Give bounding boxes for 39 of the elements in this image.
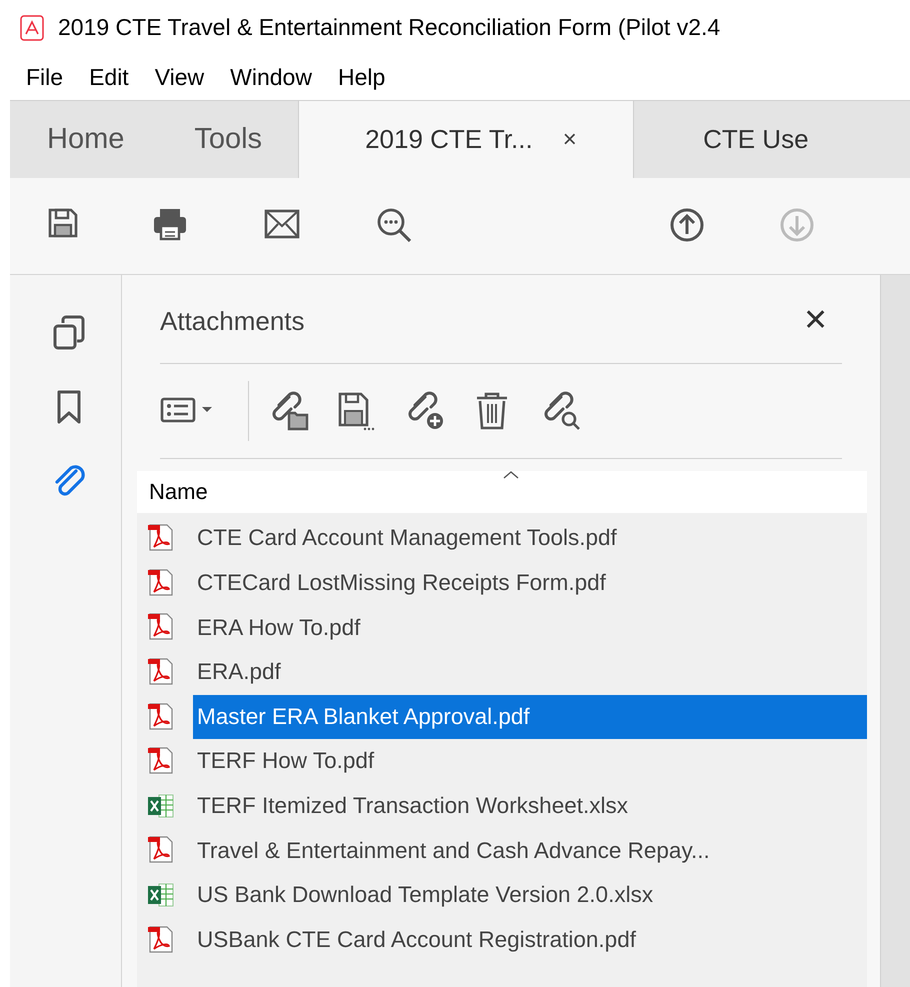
pdf-file-icon xyxy=(147,657,175,688)
menu-item[interactable]: Window xyxy=(230,60,312,95)
pdf-file-icon xyxy=(147,835,175,866)
tab[interactable]: CTE Use xyxy=(633,101,809,178)
sort-caret-icon xyxy=(501,470,521,480)
pages-icon[interactable] xyxy=(52,315,88,351)
file-list-item[interactable]: CTE Card Account Management Tools.pdf xyxy=(193,516,867,560)
pdf-file-icon xyxy=(147,523,175,554)
menu-item[interactable]: Help xyxy=(338,60,386,95)
pdf-app-icon xyxy=(20,14,44,40)
file-list-item[interactable]: TERF How To.pdf xyxy=(193,739,867,784)
file-list-item[interactable]: ERA.pdf xyxy=(193,650,867,694)
close-button[interactable]: ✕ xyxy=(803,306,828,336)
pdf-file-icon xyxy=(147,746,175,776)
file-list-item[interactable]: TERF Itemized Transaction Worksheet.xlsx xyxy=(193,784,867,828)
file-list-item[interactable]: US Bank Download Template Version 2.0.xlsx xyxy=(193,873,867,918)
pdf-file-icon xyxy=(147,702,175,732)
menu-item[interactable]: View xyxy=(154,60,204,95)
window-title: 2019 CTE Travel & Entertainment Reconciliation Form (Pilot v2.4 xyxy=(58,13,720,42)
panel-title: Attachments xyxy=(160,304,305,338)
file-list-item[interactable]: Master ERA Blanket Approval.pdf xyxy=(193,694,867,739)
file-list-item[interactable]: USBank CTE Card Account Registration.pdf xyxy=(193,918,867,962)
search-icon[interactable] xyxy=(376,207,412,243)
file-list-item[interactable]: Travel & Entertainment and Cash Advance Repay... xyxy=(193,828,867,872)
tab[interactable]: Tools xyxy=(158,101,298,178)
pdf-file-icon xyxy=(147,924,175,955)
arrow-up-circle-icon[interactable] xyxy=(669,207,705,243)
tab-close-icon[interactable]: × xyxy=(562,122,577,158)
name-column-header[interactable]: Name xyxy=(137,475,208,513)
printer-icon[interactable] xyxy=(152,207,188,243)
menu-item[interactable]: Edit xyxy=(89,60,129,95)
file-list-item[interactable]: CTECard LostMissing Receipts Form.pdf xyxy=(193,560,867,605)
tab[interactable]: Home xyxy=(10,101,158,178)
save-attachment-icon[interactable] xyxy=(337,391,377,431)
tab[interactable]: 2019 CTE Tr... × xyxy=(298,101,634,178)
file-list-item[interactable]: ERA How To.pdf xyxy=(193,605,867,650)
pdf-file-icon xyxy=(147,612,175,642)
menu-item[interactable]: File xyxy=(26,60,64,95)
pdf-file-icon xyxy=(147,568,175,598)
